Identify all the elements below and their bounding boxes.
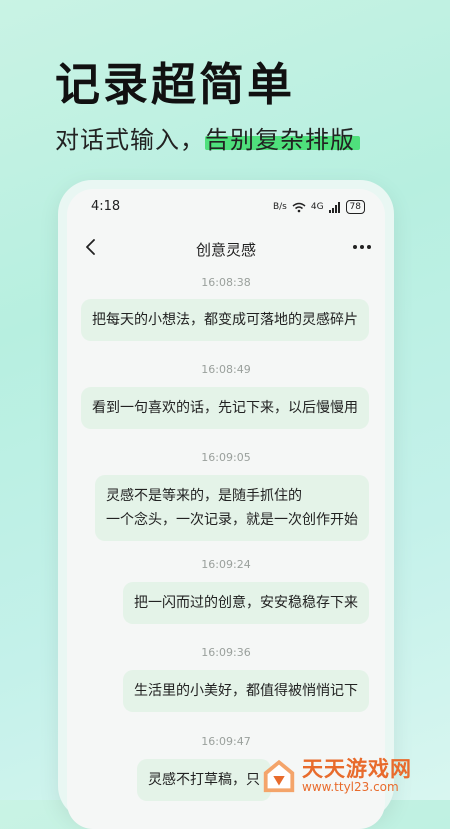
more-icon[interactable]: [353, 245, 371, 249]
message-bubble[interactable]: 把一闪而过的创意，安安稳稳存下来: [123, 582, 369, 624]
watermark-logo-icon: [263, 759, 295, 793]
signal-icon: [328, 201, 340, 213]
headline-text: 记录超简单: [55, 58, 296, 111]
battery-icon: 78: [345, 200, 365, 214]
status-icons: B/s 4G 78: [273, 200, 365, 214]
message-line: 一个念头，一次记录，就是一次创作开始: [106, 512, 358, 528]
message-bubble[interactable]: 看到一句喜欢的话，先记下来，以后慢慢用: [81, 387, 369, 429]
wifi-icon: [292, 202, 306, 212]
message-timestamp: 16:09:05: [201, 451, 251, 464]
watermark-text: 天天游戏网 www.ttyl23.com: [302, 758, 412, 794]
message-bubble[interactable]: 生活里的小美好，都值得被悄悄记下: [123, 670, 369, 712]
message-timestamp: 16:09:24: [201, 558, 251, 571]
message-line: 灵感不是等来的，是随手抓住的: [106, 488, 302, 504]
message-timestamp: 16:08:49: [201, 363, 251, 376]
message-bubble[interactable]: 灵感不打草稿，只: [137, 759, 271, 801]
watermark-name: 天天游戏网: [302, 757, 412, 781]
watermark-url: www.ttyl23.com: [302, 780, 399, 794]
phone-mockup: 4:18 B/s 4G 78 创意灵感 16:08:38 把每天的小想法，都变成…: [58, 180, 394, 829]
message-timestamp: 16:09:47: [201, 735, 251, 748]
message-timestamp: 16:08:38: [201, 276, 251, 289]
watermark: 天天游戏网 www.ttyl23.com: [260, 752, 450, 800]
message-bubble[interactable]: 把每天的小想法，都变成可落地的灵感碎片: [81, 299, 369, 341]
promo-headline: 记录超简单: [55, 48, 360, 150]
message-bubble[interactable]: 灵感不是等来的，是随手抓住的 一个念头，一次记录，就是一次创作开始: [95, 475, 369, 541]
status-time: 4:18: [91, 199, 121, 214]
nav-bar: 创意灵感: [67, 229, 385, 269]
promo-subheadline: 对话式输入，告别复杂排版: [55, 126, 355, 154]
signal-label: 4G: [310, 202, 324, 212]
page-title: 创意灵感: [195, 241, 256, 259]
message-timestamp: 16:09:36: [201, 646, 251, 659]
network-speed: B/s: [272, 202, 287, 212]
phone-screen: 4:18 B/s 4G 78 创意灵感 16:08:38 把每天的小想法，都变成…: [67, 189, 385, 829]
status-bar: 4:18 B/s 4G 78: [67, 197, 385, 219]
